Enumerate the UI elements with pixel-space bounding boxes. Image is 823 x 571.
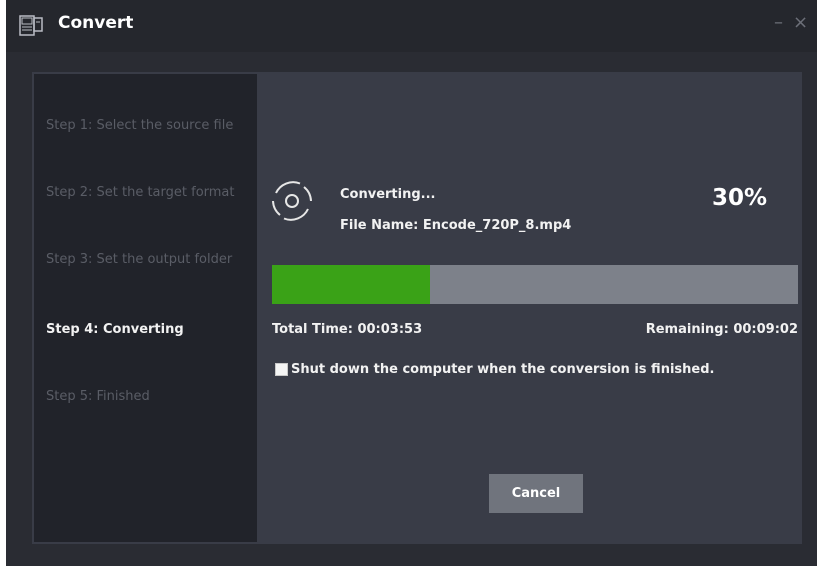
conversion-panel: Converting... File Name: Encode_720P_8.m… — [257, 72, 802, 544]
step-select-source: Step 1: Select the source file — [46, 118, 234, 133]
progress-bar — [272, 265, 798, 304]
remaining-time-label: Remaining: 00:09:02 — [645, 322, 798, 337]
cancel-button[interactable]: Cancel — [489, 474, 583, 513]
title-bar[interactable]: Convert – × — [6, 0, 817, 52]
conversion-status: Converting... — [340, 187, 436, 202]
disc-spinner-icon — [272, 181, 312, 221]
window-title: Convert — [58, 13, 134, 33]
steps-sidebar: Step 1: Select the source file Step 2: S… — [34, 74, 257, 542]
progress-percent: 30% — [712, 185, 768, 211]
shutdown-checkbox[interactable] — [275, 363, 288, 376]
step-converting: Step 4: Converting — [46, 322, 184, 337]
minimize-icon[interactable]: – — [774, 12, 783, 33]
close-icon[interactable]: × — [793, 12, 808, 33]
shutdown-label: Shut down the computer when the conversi… — [291, 362, 715, 377]
step-finished: Step 5: Finished — [46, 389, 150, 404]
shutdown-option[interactable]: Shut down the computer when the conversi… — [275, 362, 714, 377]
convert-window: Convert – × Step 1: Select the source fi… — [6, 0, 817, 566]
file-name-label: File Name: Encode_720P_8.mp4 — [340, 218, 572, 233]
progress-bar-fill — [272, 265, 430, 304]
convert-app-icon — [19, 15, 43, 36]
step-output-folder: Step 3: Set the output folder — [46, 252, 233, 267]
content-panel: Step 1: Select the source file Step 2: S… — [32, 72, 802, 544]
total-time-label: Total Time: 00:03:53 — [272, 322, 423, 337]
step-target-format: Step 2: Set the target format — [46, 185, 235, 200]
